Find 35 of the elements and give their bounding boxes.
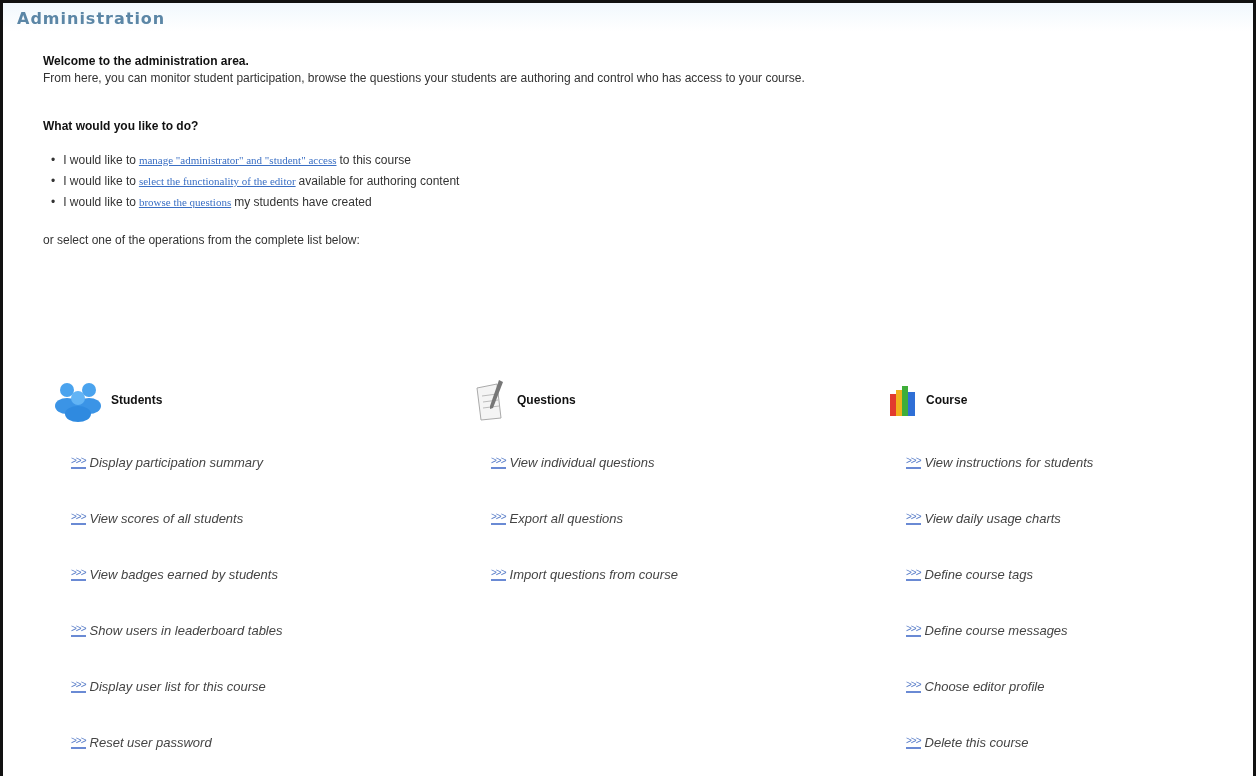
operation-link[interactable]: >>> Delete this course — [906, 735, 1213, 750]
operation-link[interactable]: >>> View daily usage charts — [906, 511, 1213, 526]
bullet: • — [51, 195, 56, 209]
section-heading: Questions — [517, 393, 576, 407]
shortcut-link[interactable]: browse the questions — [138, 196, 232, 208]
question-heading: What would you like to do? — [43, 119, 200, 133]
sentence-text: to this course — [339, 153, 411, 167]
bullet: • — [51, 174, 56, 188]
sentence-text: available for authoring content — [298, 174, 460, 188]
shortcut-link[interactable]: manage "administrator" and "student" access — [138, 154, 337, 166]
operation-link[interactable]: >>> View badges earned by students — [71, 567, 473, 582]
section-heading: Students — [111, 393, 163, 407]
operation-link[interactable]: >>> Display participation summary — [71, 455, 473, 470]
sentence-text: I would like to — [63, 195, 136, 209]
operation-link[interactable]: >>> View individual questions — [491, 455, 888, 470]
operation-link[interactable]: >>> Reset user password — [71, 735, 473, 750]
operation-link[interactable]: >>> View scores of all students — [71, 511, 473, 526]
operation-link[interactable]: >>> Define course tags — [906, 567, 1213, 582]
operation-link[interactable]: >>> View instructions for students — [906, 455, 1213, 470]
operation-link[interactable]: >>> Display user list for this course — [71, 679, 473, 694]
operation-link[interactable]: >>> Import questions from course — [491, 567, 888, 582]
bullet: • — [51, 153, 56, 167]
welcome-heading: Welcome to the administration area. — [43, 54, 250, 68]
operation-link[interactable]: >>> Define course messages — [906, 623, 1213, 638]
operation-link[interactable]: >>> Choose editor profile — [906, 679, 1213, 694]
instruction-text: or select one of the operations from the complete list below: — [43, 233, 361, 247]
shortcut-link[interactable]: select the functionality of the editor — [138, 175, 296, 187]
operation-link[interactable]: >>> Show users in leaderboard tables — [71, 623, 473, 638]
sentence-text: my students have created — [234, 195, 372, 209]
intro-text: From here, you can monitor student participation, browse the questions your students are authoring and control who has access to your course. — [43, 71, 806, 85]
section-heading: Course — [926, 393, 968, 407]
sentence-text: I would like to — [63, 174, 136, 188]
page-title: Administration — [17, 9, 167, 28]
operation-link[interactable]: >>> Export all questions — [491, 511, 888, 526]
sentence-text: I would like to — [63, 153, 136, 167]
